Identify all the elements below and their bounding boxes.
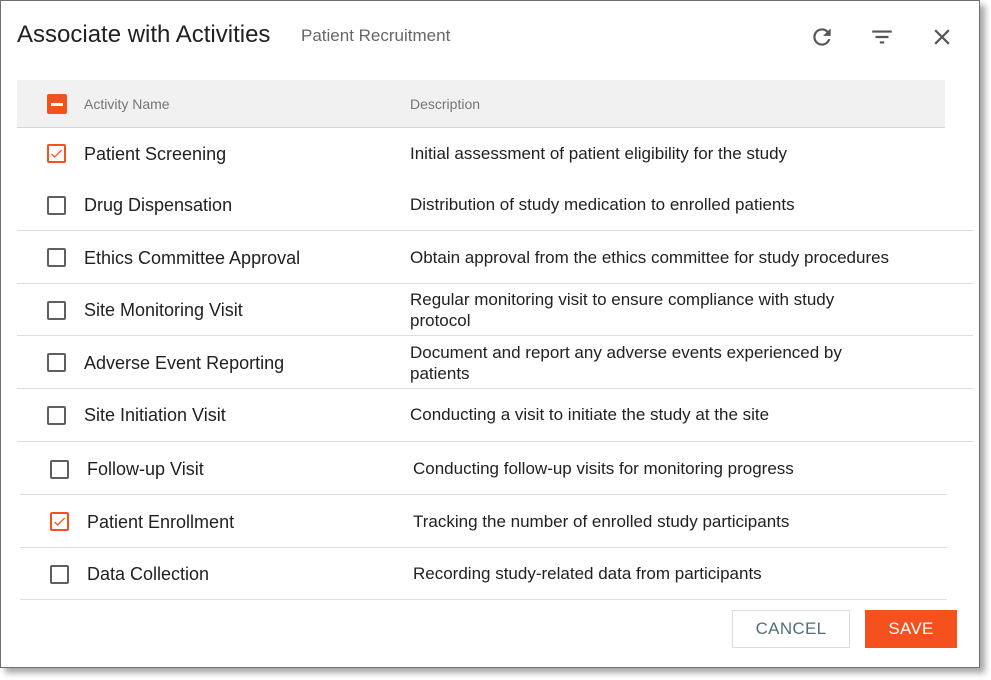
row-checkbox[interactable] bbox=[47, 196, 66, 215]
activity-name: Data Collection bbox=[87, 564, 210, 584]
column-header-activity-name: Activity Name bbox=[84, 96, 170, 112]
activity-description: Distribution of study medication to enro… bbox=[410, 195, 795, 214]
cancel-button[interactable]: CANCEL bbox=[732, 610, 850, 648]
activity-name: Patient Screening bbox=[84, 144, 227, 164]
row-checkbox[interactable] bbox=[47, 406, 66, 425]
activity-description: Recording study-related data from partic… bbox=[413, 564, 762, 583]
table-row[interactable]: Site Monitoring Visit Regular monitoring… bbox=[17, 284, 973, 336]
table-row[interactable]: Follow-up Visit Conducting follow-up vis… bbox=[20, 443, 947, 495]
row-checkbox[interactable] bbox=[47, 301, 66, 320]
close-button[interactable] bbox=[927, 22, 957, 52]
row-checkbox[interactable] bbox=[47, 353, 66, 372]
table-row[interactable]: Site Initiation Visit Conducting a visit… bbox=[17, 389, 973, 442]
column-header-description: Description bbox=[410, 96, 481, 112]
activity-name: Ethics Committee Approval bbox=[84, 248, 301, 268]
filter-icon bbox=[872, 30, 892, 44]
activity-name: Adverse Event Reporting bbox=[84, 353, 285, 373]
activity-name: Site Initiation Visit bbox=[84, 405, 226, 425]
activity-description: Conducting a visit to initiate the study… bbox=[410, 405, 770, 424]
table-row[interactable]: Ethics Committee Approval Obtain approva… bbox=[17, 231, 973, 284]
checkmark-icon bbox=[54, 517, 66, 526]
dialog-title: Associate with Activities bbox=[17, 21, 271, 48]
table-header: Activity Name Description bbox=[17, 80, 945, 128]
activity-name: Follow-up Visit bbox=[87, 459, 204, 479]
activity-description: Conducting follow-up visits for monitori… bbox=[413, 459, 794, 478]
row-checkbox[interactable] bbox=[50, 565, 69, 584]
table-row[interactable]: Adverse Event Reporting Document and rep… bbox=[17, 336, 973, 389]
row-checkbox[interactable] bbox=[50, 460, 69, 479]
activity-name: Site Monitoring Visit bbox=[84, 300, 243, 320]
dialog-subtitle: Patient Recruitment bbox=[301, 26, 451, 45]
table-row[interactable]: Data Collection Recording study-related … bbox=[20, 548, 947, 600]
row-checkbox[interactable] bbox=[50, 512, 69, 531]
row-checkbox[interactable] bbox=[47, 248, 66, 267]
activity-name: Patient Enrollment bbox=[87, 512, 235, 532]
table-row[interactable]: Patient Screening Initial assessment of … bbox=[17, 128, 945, 180]
activity-description: Regular monitoring visit to ensure compl… bbox=[410, 290, 835, 330]
refresh-icon bbox=[813, 28, 831, 46]
associate-activities-dialog: Associate with Activities Patient Recrui… bbox=[0, 0, 980, 668]
save-button[interactable]: SAVE bbox=[865, 610, 957, 648]
close-icon bbox=[934, 29, 950, 45]
refresh-button[interactable] bbox=[807, 22, 837, 52]
table-row[interactable]: Drug Dispensation Distribution of study … bbox=[17, 179, 973, 231]
filter-button[interactable] bbox=[867, 22, 897, 52]
select-all-checkbox[interactable] bbox=[47, 94, 67, 114]
table-row[interactable]: Patient Enrollment Tracking the number o… bbox=[20, 495, 947, 548]
activity-description: Initial assessment of patient eligibilit… bbox=[410, 144, 788, 163]
dialog-header: Associate with Activities Patient Recrui… bbox=[1, 1, 979, 71]
checkmark-icon bbox=[51, 149, 63, 158]
row-checkbox[interactable] bbox=[47, 144, 66, 163]
activity-description: Tracking the number of enrolled study pa… bbox=[413, 512, 790, 531]
activity-name: Drug Dispensation bbox=[84, 195, 233, 215]
activity-description: Obtain approval from the ethics committe… bbox=[410, 248, 890, 267]
activity-description: Document and report any adverse events e… bbox=[410, 343, 842, 383]
